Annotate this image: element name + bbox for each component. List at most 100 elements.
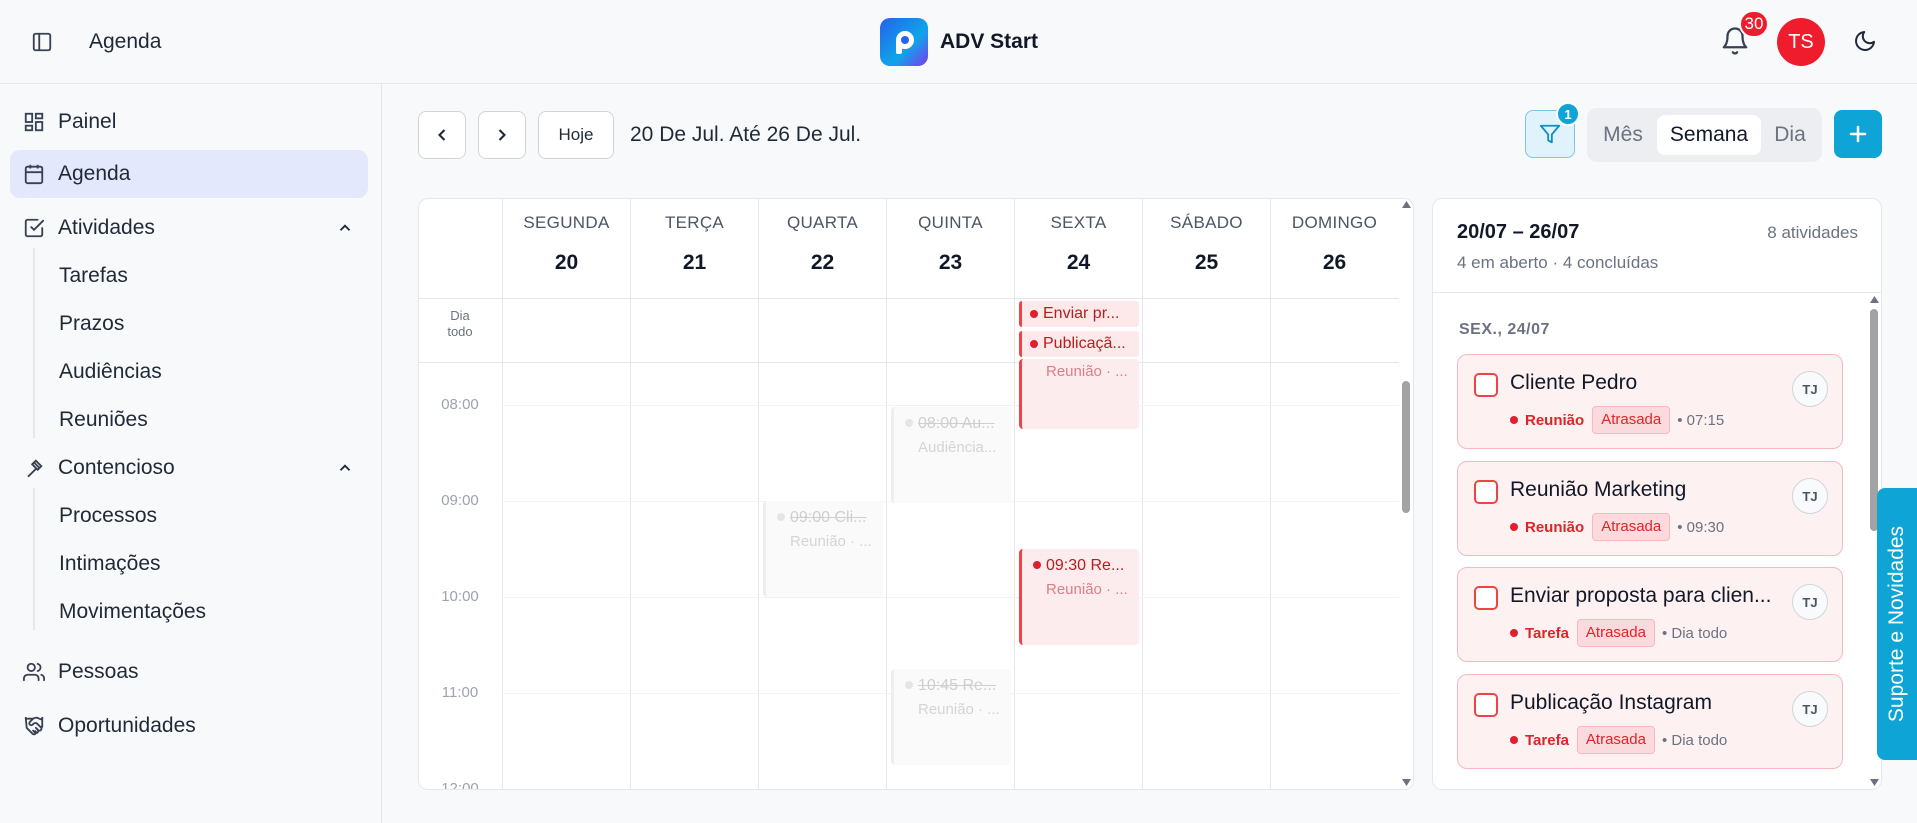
activity-type: Reunião: [1525, 411, 1585, 429]
day-name: SEGUNDA: [523, 213, 610, 232]
hour-label: 12:00: [441, 780, 479, 790]
sidebar-subitem-audiencias[interactable]: Audiências: [59, 360, 162, 384]
activity-meta: Tarefa Atrasada • Dia todo: [1510, 726, 1727, 754]
view-week-tab[interactable]: Semana: [1657, 115, 1761, 155]
activity-card[interactable]: Enviar proposta para clien... Tarefa Atr…: [1457, 567, 1843, 662]
next-week-button[interactable]: [478, 111, 526, 159]
day-header[interactable]: SÁBADO 25: [1142, 199, 1270, 299]
assignee-avatar[interactable]: TJ: [1792, 371, 1828, 407]
sidebar-subitem-tarefas[interactable]: Tarefas: [59, 264, 128, 288]
event-title: 09:00 Cli...: [790, 509, 867, 526]
sidebar-item-pessoas[interactable]: Pessoas: [10, 648, 368, 696]
scroll-down-arrow-icon: [1402, 779, 1411, 786]
view-month-tab[interactable]: Mês: [1594, 115, 1652, 155]
filter-icon: [1539, 124, 1561, 144]
theme-toggle-button[interactable]: [1853, 29, 1879, 55]
event-subtitle: Reunião · ...: [918, 701, 1000, 718]
activity-card[interactable]: Publicação Instagram Tarefa Atrasada • D…: [1457, 674, 1843, 769]
activities-panel: 20/07 – 26/07 4 em aberto · 4 concluídas…: [1432, 198, 1882, 790]
sidebar-item-label: Painel: [58, 110, 117, 133]
day-header[interactable]: SEXTA 24: [1014, 199, 1142, 299]
calendar-event[interactable]: 09:00 Cli... Reunião · ...: [763, 501, 883, 597]
scroll-down-arrow-icon: [1870, 779, 1879, 786]
date-range-label: 20 De Jul. Até 26 De Jul.: [630, 123, 862, 146]
sidebar-item-oportunidades[interactable]: Oportunidades: [10, 702, 368, 750]
dashboard-icon: [22, 110, 46, 134]
day-number: 24: [1066, 251, 1091, 274]
brand-logo: [880, 18, 928, 66]
sidebar-subitem-processos[interactable]: Processos: [59, 504, 157, 528]
grid-line: [758, 299, 759, 789]
all-day-event[interactable]: Publicaçã...: [1019, 331, 1139, 357]
activity-checkbox[interactable]: [1474, 586, 1498, 610]
activity-time: • Dia todo: [1661, 624, 1728, 642]
activity-checkbox[interactable]: [1474, 373, 1498, 397]
day-header[interactable]: QUINTA 23: [886, 199, 1014, 299]
view-day-tab[interactable]: Dia: [1765, 115, 1815, 155]
grid-line: [419, 298, 1400, 299]
sidebar-toggle-button[interactable]: [24, 26, 60, 58]
hour-label: 09:00: [441, 492, 479, 509]
event-dot: [905, 419, 913, 427]
calendar-event[interactable]: Reunião · ...: [1019, 359, 1139, 429]
scrollbar-thumb[interactable]: [1402, 381, 1410, 513]
panel-summary: 4 em aberto · 4 concluídas: [1457, 253, 1659, 272]
activity-card[interactable]: Reunião Marketing Reunião Atrasada • 09:…: [1457, 461, 1843, 556]
grid-line: [1142, 299, 1143, 789]
brand[interactable]: ADV Start: [880, 18, 1038, 66]
sidebar-subitem-intimacoes[interactable]: Intimações: [59, 552, 161, 576]
status-badge: Atrasada: [1592, 406, 1671, 434]
sidebar-subitem-reunioes[interactable]: Reuniões: [59, 408, 148, 432]
support-news-tab[interactable]: Suporte e Novidades: [1877, 488, 1917, 760]
prev-week-button[interactable]: [418, 111, 466, 159]
scroll-up-arrow-icon: [1870, 296, 1879, 303]
submenu-line: [33, 248, 35, 438]
day-header[interactable]: DOMINGO 26: [1270, 199, 1398, 299]
today-button[interactable]: Hoje: [538, 111, 614, 159]
top-bar: Agenda ADV Start 30 TS: [0, 0, 1917, 84]
gavel-icon: [22, 456, 46, 480]
day-number: 26: [1322, 251, 1347, 274]
chevron-up-icon[interactable]: [336, 459, 354, 477]
calendar-event[interactable]: 10:45 Re... Reunião · ...: [891, 669, 1011, 765]
event-title: 10:45 Re...: [918, 677, 997, 694]
panel-activity-count: 8 atividades: [1767, 223, 1858, 242]
week-calendar: SEGUNDA 20 TERÇA 21 QUARTA 22 QUINTA 23 …: [418, 198, 1414, 790]
status-dot: [1510, 629, 1518, 637]
sidebar-item-label: Oportunidades: [58, 714, 196, 737]
activity-type: Reunião: [1525, 518, 1585, 536]
assignee-avatar[interactable]: TJ: [1792, 478, 1828, 514]
chevron-up-icon[interactable]: [336, 219, 354, 237]
activity-card[interactable]: Cliente Pedro Reunião Atrasada • 07:15 T…: [1457, 354, 1843, 449]
users-icon: [22, 660, 46, 684]
all-day-event[interactable]: Enviar pr...: [1019, 301, 1139, 327]
add-event-button[interactable]: [1834, 110, 1882, 158]
day-header[interactable]: TERÇA 21: [630, 199, 758, 299]
sidebar-item-atividades[interactable]: Atividades: [10, 204, 368, 252]
calendar-event[interactable]: 08:00 Au... Audiência...: [891, 407, 1011, 503]
activity-time: • 09:30: [1677, 518, 1725, 536]
sidebar-item-label: Atividades: [58, 216, 155, 239]
day-number: 20: [554, 251, 579, 274]
sidebar-subitem-prazos[interactable]: Prazos: [59, 312, 124, 336]
grid-line: [502, 299, 503, 789]
sidebar-item-agenda[interactable]: Agenda: [10, 150, 368, 198]
assignee-avatar[interactable]: TJ: [1792, 691, 1828, 727]
sidebar-item-contencioso[interactable]: Contencioso: [10, 444, 368, 492]
sidebar-item-painel[interactable]: Painel: [10, 98, 368, 146]
user-avatar[interactable]: TS: [1777, 18, 1825, 66]
assignee-avatar[interactable]: TJ: [1792, 584, 1828, 620]
day-name: QUARTA: [786, 213, 859, 232]
sidebar-subitem-movimentacoes[interactable]: Movimentações: [59, 600, 206, 624]
all-day-label: Dia todo: [447, 308, 473, 339]
day-header[interactable]: QUARTA 22: [758, 199, 886, 299]
panel-header: 20/07 – 26/07 4 em aberto · 4 concluídas…: [1433, 199, 1881, 293]
day-header[interactable]: SEGUNDA 20: [502, 199, 630, 299]
activity-checkbox[interactable]: [1474, 693, 1498, 717]
calendar-scrollbar[interactable]: [1399, 199, 1413, 789]
calendar-event[interactable]: 09:30 Re... Reunião · ...: [1019, 549, 1139, 645]
day-number: 23: [938, 251, 963, 274]
hour-label: 08:00: [441, 396, 479, 413]
event-title: 09:30 Re...: [1046, 557, 1125, 574]
activity-checkbox[interactable]: [1474, 480, 1498, 504]
